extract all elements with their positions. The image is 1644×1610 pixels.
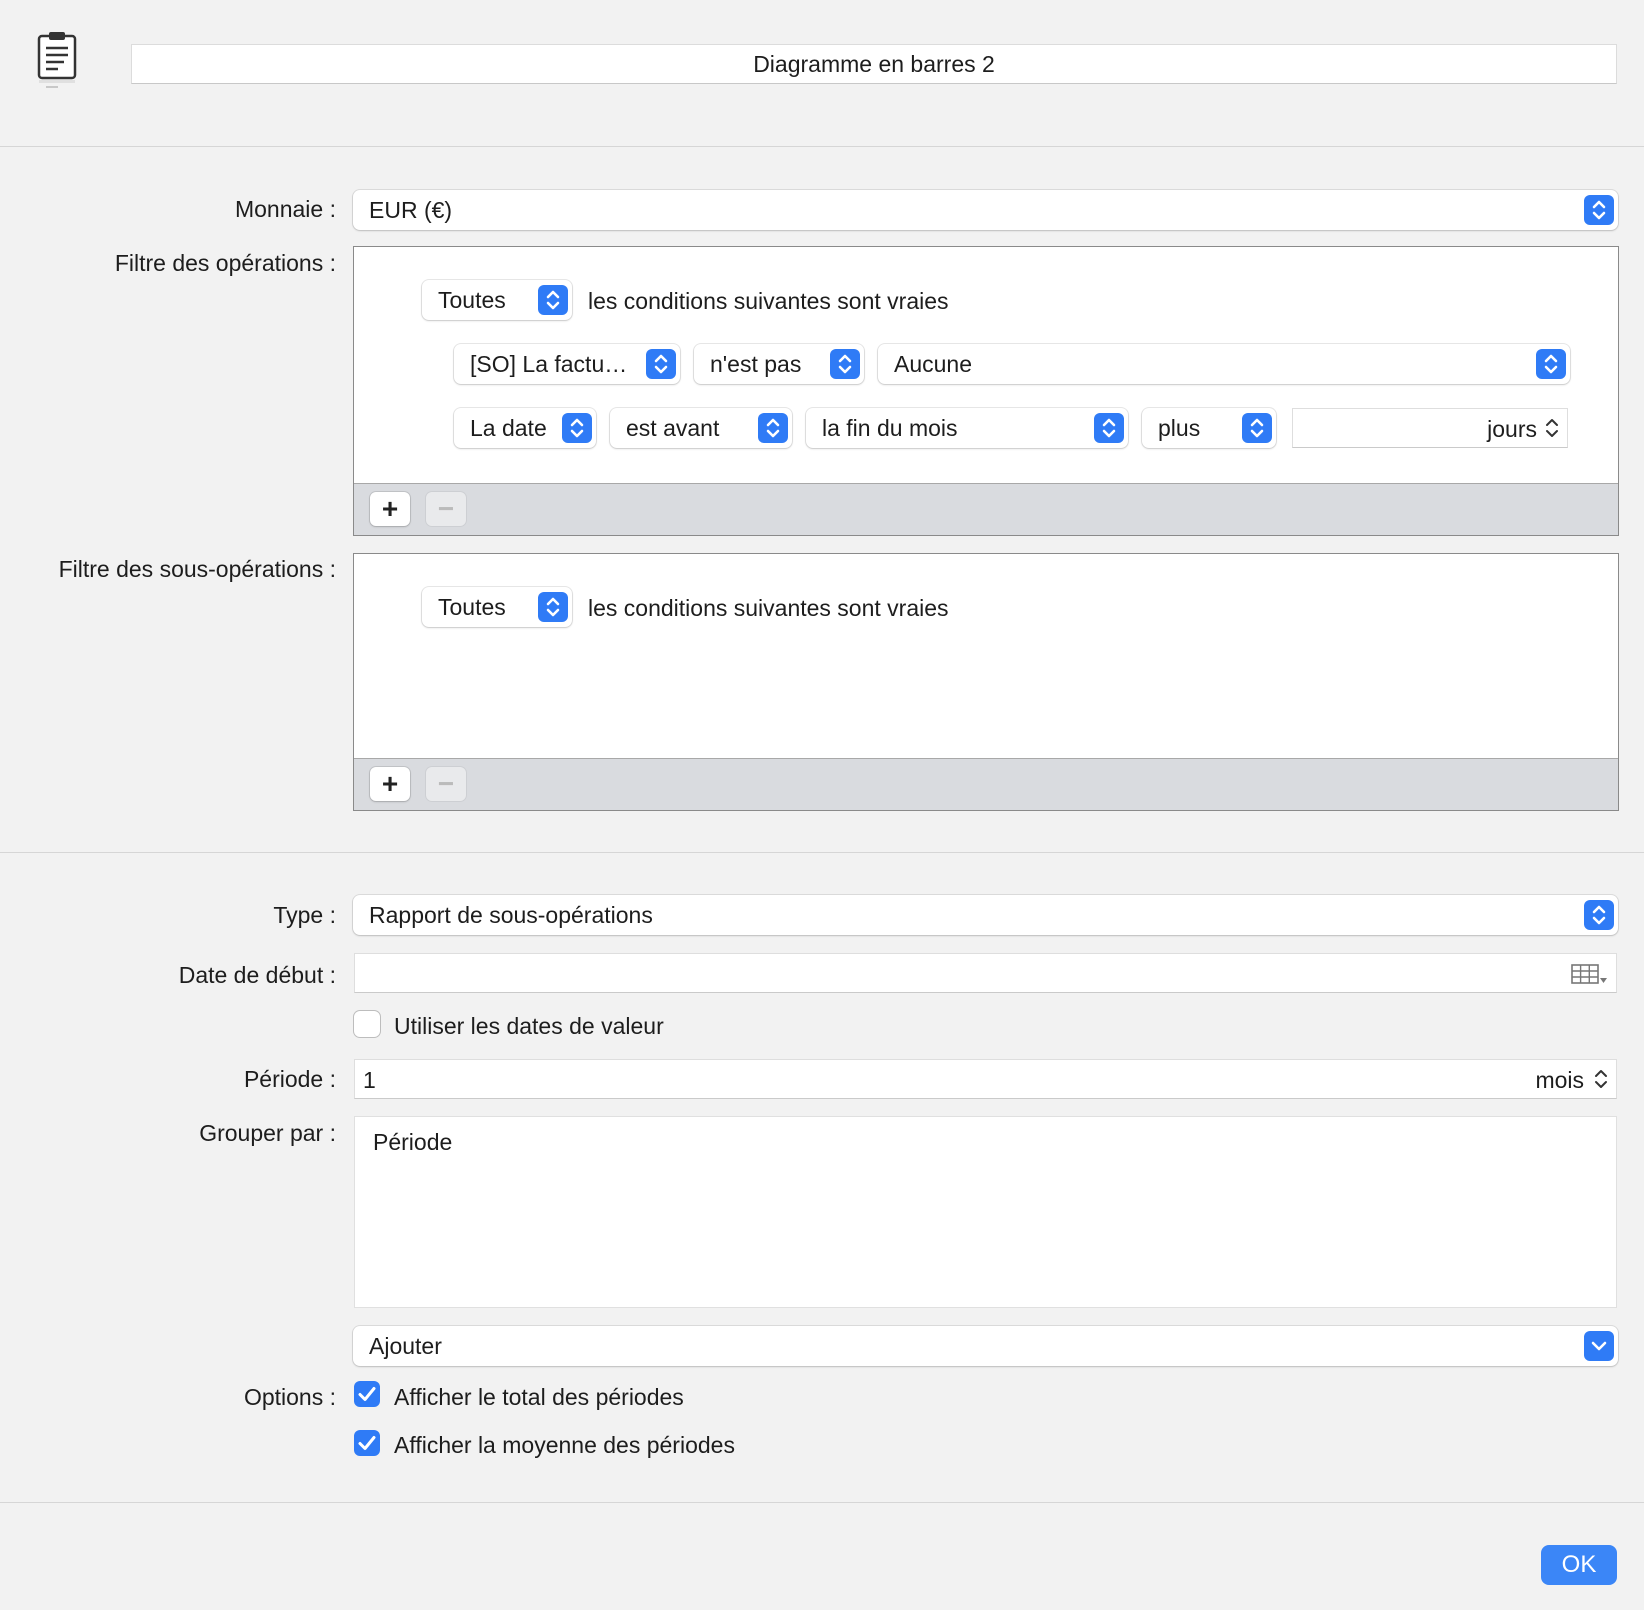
add-condition-button[interactable]: + <box>370 767 410 801</box>
clipboard-document-icon <box>36 30 80 96</box>
report-type-value: Rapport de sous-opérations <box>369 902 653 928</box>
transaction-filter-label: Filtre des opérations : <box>114 250 336 276</box>
condition-field-value: La date <box>470 415 547 441</box>
show-period-total-checkbox[interactable] <box>354 1381 380 1407</box>
split-filter-label: Filtre des sous-opérations : <box>58 556 336 582</box>
chevron-updown-icon <box>1584 900 1614 930</box>
period-label: Période : <box>243 1066 336 1092</box>
start-date-field[interactable] <box>354 953 1617 993</box>
period-unit: mois <box>1535 1067 1584 1093</box>
group-by-list: Période <box>354 1116 1617 1308</box>
stepper-icon[interactable] <box>1545 416 1559 440</box>
chevron-down-icon <box>1584 1331 1614 1361</box>
match-value: Toutes <box>438 287 506 313</box>
separator <box>0 852 1644 853</box>
remove-condition-button[interactable]: − <box>426 492 466 526</box>
currency-label: Monnaie : <box>234 196 336 222</box>
chevron-updown-icon <box>1584 195 1614 225</box>
show-period-average-label: Afficher la moyenne des périodes <box>394 1432 735 1458</box>
add-condition-button[interactable]: + <box>370 492 410 526</box>
chevron-updown-icon <box>1094 413 1124 443</box>
ok-button[interactable]: OK <box>1541 1545 1617 1585</box>
checkmark-icon <box>358 1436 376 1450</box>
report-title-field[interactable]: Diagramme en barres 2 <box>131 44 1617 84</box>
condition-field-popup[interactable]: [SO] La factu… <box>454 344 680 384</box>
chevron-updown-icon <box>830 349 860 379</box>
chevron-updown-icon <box>1536 349 1566 379</box>
condition-value: Aucune <box>894 351 973 377</box>
condition-operator-popup[interactable]: n'est pas <box>694 344 864 384</box>
condition-operator-popup[interactable]: est avant <box>610 408 792 448</box>
group-by-add-label: Ajouter <box>369 1333 442 1359</box>
options-label: Options : <box>243 1384 336 1410</box>
transaction-filter-toolbar: + − <box>354 483 1618 535</box>
match-suffix-text: les conditions suivantes sont vraies <box>588 288 949 314</box>
condition-value-popup[interactable]: la fin du mois <box>806 408 1128 448</box>
match-suffix-text: les conditions suivantes sont vraies <box>588 595 949 621</box>
period-field[interactable]: 1 mois <box>354 1059 1617 1099</box>
condition-modifier-value: plus <box>1158 415 1201 441</box>
condition-modifier-popup[interactable]: plus <box>1142 408 1276 448</box>
separator <box>0 1502 1644 1503</box>
type-label: Type : <box>273 902 336 928</box>
condition-field-popup[interactable]: La date <box>454 408 596 448</box>
start-date-label: Date de début : <box>178 962 336 988</box>
separator <box>0 146 1644 147</box>
match-value: Toutes <box>438 594 506 620</box>
report-type-popup[interactable]: Rapport de sous-opérations <box>353 895 1618 935</box>
condition-value-popup[interactable]: Aucune <box>878 344 1570 384</box>
chevron-updown-icon <box>758 413 788 443</box>
condition-value: la fin du mois <box>822 415 958 441</box>
condition-operator-value: est avant <box>626 415 720 441</box>
transaction-match-popup[interactable]: Toutes <box>422 280 572 320</box>
checkmark-icon <box>358 1387 376 1401</box>
calendar-grid-icon[interactable] <box>1570 963 1610 987</box>
chevron-updown-icon <box>538 592 568 622</box>
period-value: 1 <box>363 1067 376 1093</box>
chevron-updown-icon <box>538 285 568 315</box>
days-unit: jours <box>1487 416 1537 442</box>
transaction-filter-editor: Toutes les conditions suivantes sont vra… <box>353 246 1619 536</box>
days-offset-field[interactable]: jours <box>1292 408 1568 448</box>
value-dates-label: Utiliser les dates de valeur <box>394 1013 664 1039</box>
remove-condition-button[interactable]: − <box>426 767 466 801</box>
show-period-total-label: Afficher le total des périodes <box>394 1384 684 1410</box>
condition-operator-value: n'est pas <box>710 351 802 377</box>
group-by-label: Grouper par : <box>199 1120 336 1146</box>
currency-popup[interactable]: EUR (€) <box>353 190 1618 230</box>
split-filter-editor: Toutes les conditions suivantes sont vra… <box>353 553 1619 811</box>
split-filter-toolbar: + − <box>354 758 1618 810</box>
condition-field-value: [SO] La factu… <box>470 351 628 377</box>
chevron-updown-icon <box>1242 413 1272 443</box>
group-by-add-popup[interactable]: Ajouter <box>353 1326 1618 1366</box>
value-dates-checkbox[interactable] <box>354 1011 380 1037</box>
currency-value: EUR (€) <box>369 197 453 223</box>
list-item[interactable]: Période <box>373 1129 452 1156</box>
chevron-updown-icon <box>562 413 592 443</box>
stepper-icon[interactable] <box>1594 1067 1608 1091</box>
show-period-average-checkbox[interactable] <box>354 1430 380 1456</box>
split-match-popup[interactable]: Toutes <box>422 587 572 627</box>
chevron-updown-icon <box>646 349 676 379</box>
